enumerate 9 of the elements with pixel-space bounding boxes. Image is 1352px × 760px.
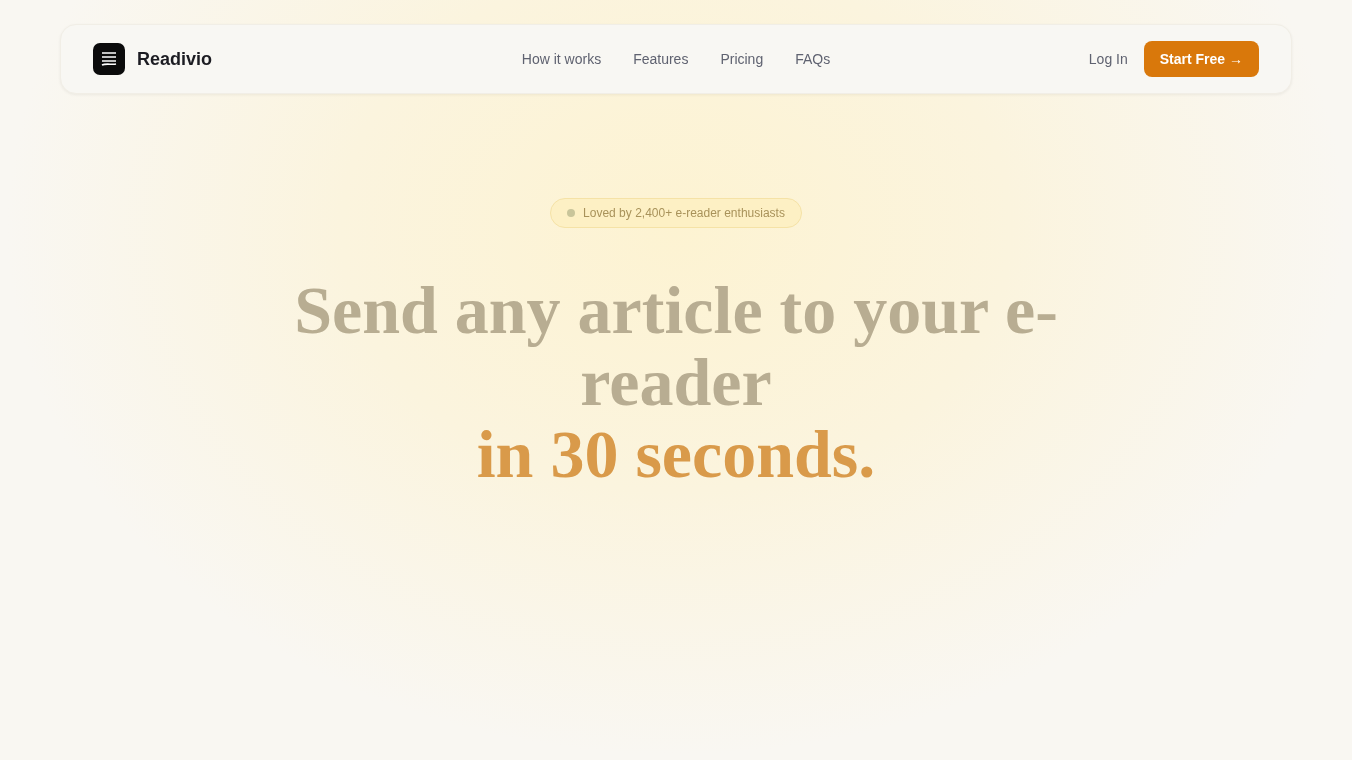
start-free-button[interactable]: Start Free → [1143, 41, 1259, 77]
login-link[interactable]: Log In [1088, 48, 1128, 70]
nav-link[interactable]: FAQs [795, 48, 831, 70]
brand-name: Readivio [137, 47, 213, 71]
badge-text: Loved by 2,400+ e-reader enthusiasts [583, 205, 785, 222]
logo-icon [93, 43, 125, 75]
nav-link[interactable]: Pricing [720, 48, 764, 70]
nav-link[interactable]: How it works [521, 48, 602, 70]
nav-link[interactable]: Features [633, 48, 689, 70]
